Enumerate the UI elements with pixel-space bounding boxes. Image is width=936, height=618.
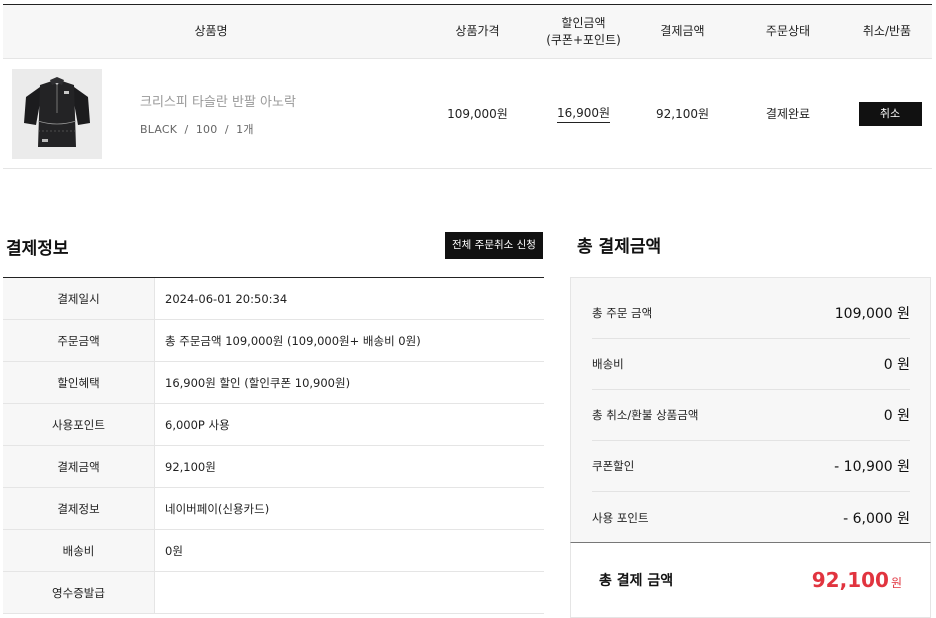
payment-info-table: 결제일시 2024-06-01 20:50:34 주문금액 총 주문금액 109… — [3, 277, 544, 614]
total-item-label: 총 주문 금액 — [592, 305, 653, 320]
payment-row-value: 0원 — [165, 543, 183, 558]
header-product-name: 상품명 — [194, 24, 228, 38]
payment-row: 배송비 0원 — [3, 530, 544, 572]
order-table-header: 상품명 상품가격 할인금액 (쿠폰+포인트) 결제금액 주문상태 취소/반품 — [3, 5, 932, 59]
payment-row: 사용포인트 6,000P 사용 — [3, 404, 544, 446]
order-table: 상품명 상품가격 할인금액 (쿠폰+포인트) 결제금액 주문상태 취소/반품 크… — [3, 4, 932, 169]
total-summary-item: 총 주문 금액 109,000 원 — [592, 278, 910, 339]
payment-row-label: 할인혜택 — [3, 362, 155, 403]
payment-row-value: 6,000P 사용 — [165, 417, 230, 432]
payment-row-value — [155, 572, 544, 613]
payment-row: 결제정보 네이버페이(신용카드) — [3, 488, 544, 530]
total-item-value: 109,000 원 — [834, 305, 910, 322]
total-item-label: 총 취소/환불 상품금액 — [592, 408, 699, 422]
total-summary-box: 총 주문 금액 109,000 원 배송비 0 원 총 취소/환불 상품금액 0… — [570, 277, 931, 618]
header-discount-line1: 할인금액 — [561, 15, 606, 30]
total-item-label: 사용 포인트 — [592, 510, 649, 525]
final-total-row: 총 결제 금액 92,100 원 — [570, 542, 931, 618]
payment-row: 영수증발급 — [3, 572, 544, 614]
total-summary-item: 쿠폰할인 - 10,900 원 — [592, 441, 910, 492]
total-item-label: 쿠폰할인 — [592, 459, 635, 473]
payment-amount: 92,100원 — [655, 107, 710, 121]
total-summary-item: 배송비 0 원 — [592, 339, 910, 390]
cancel-all-orders-button[interactable]: 전체 주문취소 신청 — [445, 232, 543, 259]
payment-row-label: 결제금액 — [3, 446, 155, 487]
total-summary-list: 총 주문 금액 109,000 원 배송비 0 원 총 취소/환불 상품금액 0… — [571, 278, 930, 543]
payment-row-label: 주문금액 — [3, 320, 155, 361]
total-summary-item: 사용 포인트 - 6,000 원 — [592, 492, 910, 543]
payment-row-label: 영수증발급 — [3, 572, 155, 613]
payment-row-label: 결제일시 — [3, 278, 155, 319]
total-item-label: 배송비 — [592, 357, 624, 371]
total-item-value: - 6,000 원 — [843, 510, 910, 527]
payment-row-value: 총 주문금액 109,000원 (109,000원+ 배송비 0원) — [165, 333, 421, 348]
payment-row: 결제일시 2024-06-01 20:50:34 — [3, 278, 544, 320]
payment-row-value: 92,100원 — [165, 459, 216, 474]
payment-row-label: 배송비 — [3, 530, 155, 571]
header-product-price: 상품가격 — [455, 24, 500, 38]
payment-row-label: 결제정보 — [3, 488, 155, 529]
final-total-amount-group: 92,100 원 — [812, 568, 902, 592]
total-item-value: 0 원 — [883, 408, 910, 424]
payment-row-value: 2024-06-01 20:50:34 — [165, 291, 288, 306]
final-total-amount: 92,100 — [811, 568, 889, 592]
payment-info-title: 결제정보 — [6, 239, 69, 259]
final-total-label: 총 결제 금액 — [599, 573, 674, 589]
product-price: 109,000원 — [447, 107, 508, 121]
header-cancel-return: 취소/반품 — [862, 24, 912, 38]
header-order-status: 주문상태 — [765, 24, 811, 38]
total-summary-item: 총 취소/환불 상품금액 0 원 — [592, 390, 910, 441]
payment-row-value: 네이버페이(신용카드) — [165, 501, 270, 516]
total-item-value: - 10,900 원 — [834, 459, 910, 475]
cancel-cell: 취소 — [842, 101, 932, 126]
header-payment-amount: 결제금액 — [660, 24, 705, 38]
product-cell: 크리스피 타슬란 반팔 아노락 BLACK / 100 / 1개 — [3, 59, 419, 168]
final-total-unit: 원 — [890, 576, 902, 590]
order-item-row: 크리스피 타슬란 반팔 아노락 BLACK / 100 / 1개 109,000… — [3, 59, 932, 169]
payment-row-value: 16,900원 할인 (할인쿠폰 10,900원) — [165, 375, 351, 390]
product-option: BLACK / 100 / 1개 — [140, 122, 254, 136]
jacket-thumbnail-icon — [12, 68, 102, 159]
payment-row: 할인혜택 16,900원 할인 (할인쿠폰 10,900원) — [3, 362, 544, 404]
payment-row-label: 사용포인트 — [3, 404, 155, 445]
total-item-value: 0 원 — [883, 357, 910, 373]
product-info: 크리스피 타슬란 반팔 아노락 BLACK / 100 / 1개 — [140, 91, 296, 137]
product-title[interactable]: 크리스피 타슬란 반팔 아노락 — [140, 91, 296, 110]
order-status: 결제완료 — [765, 107, 811, 121]
header-discount: 할인금액 (쿠폰+포인트) — [536, 15, 631, 49]
payment-row: 주문금액 총 주문금액 109,000원 (109,000원+ 배송비 0원) — [3, 320, 544, 362]
product-thumbnail[interactable] — [12, 68, 102, 159]
payment-row: 결제금액 92,100원 — [3, 446, 544, 488]
total-payment-title: 총 결제금액 — [577, 237, 662, 257]
discount-cell: 16,900원 — [536, 104, 631, 123]
discount-amount-link[interactable]: 16,900원 — [556, 104, 611, 123]
cancel-button[interactable]: 취소 — [858, 101, 922, 126]
header-discount-line2: (쿠폰+포인트) — [546, 32, 621, 47]
